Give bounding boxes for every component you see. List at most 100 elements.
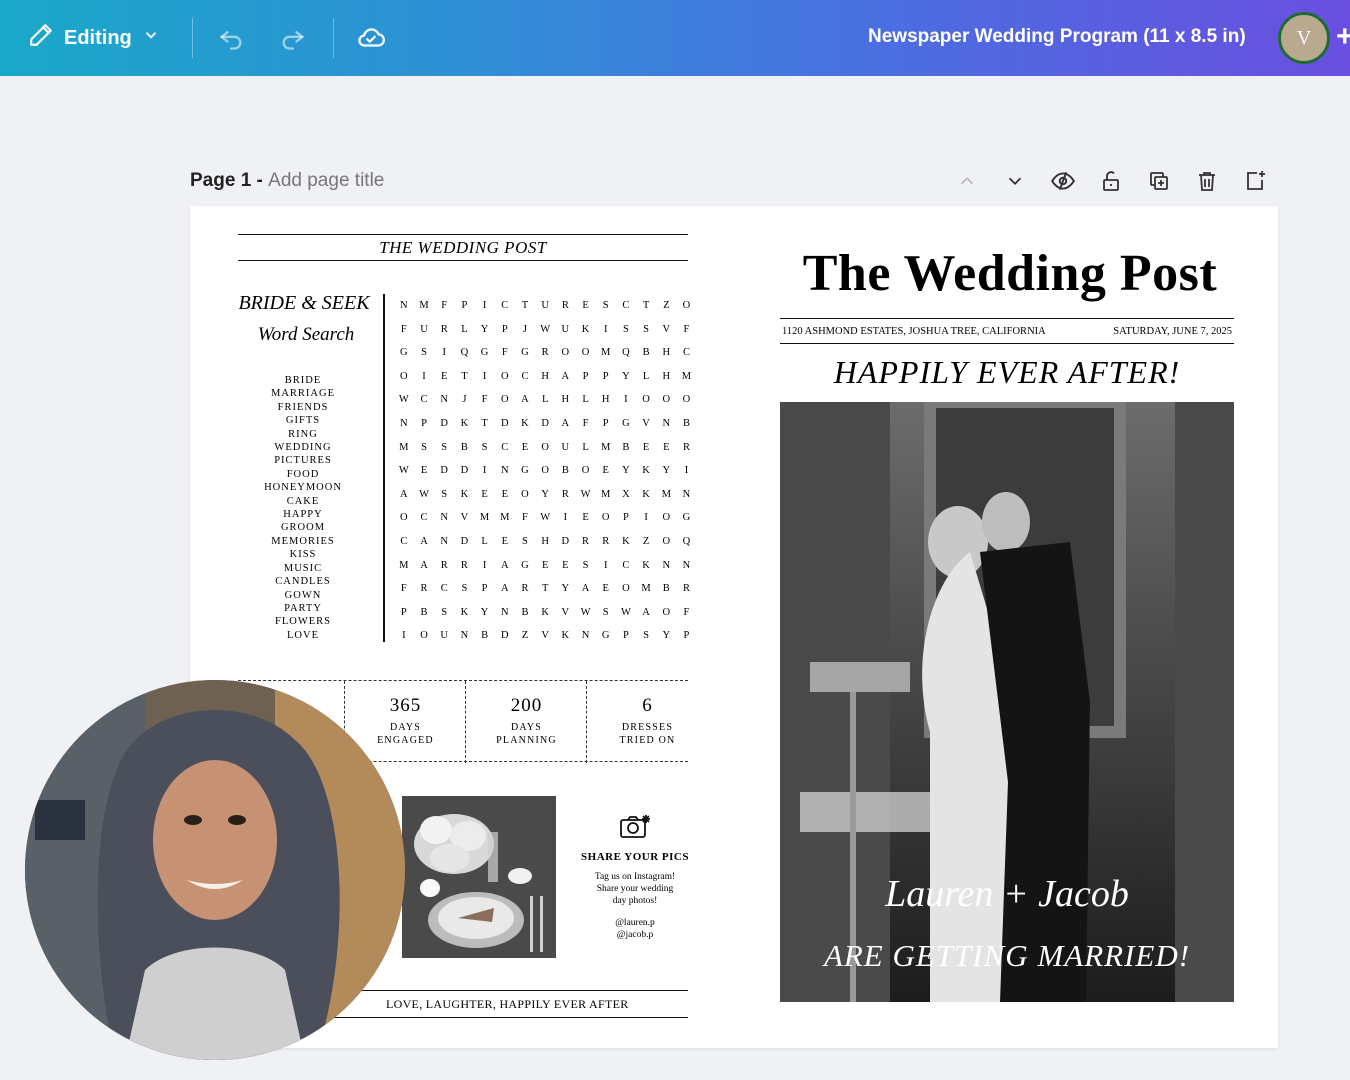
cloud-check-icon [358, 28, 385, 47]
undo-button[interactable] [215, 22, 247, 54]
couple-names[interactable]: Lauren + Jacob [780, 872, 1234, 916]
cloud-save-button[interactable] [355, 22, 387, 54]
grid-letter: C [420, 394, 429, 406]
grid-letter: L [481, 535, 489, 547]
grid-letter: R [420, 583, 429, 595]
word-list-item: MUSIC [283, 562, 323, 574]
grid-letter: N [581, 630, 590, 642]
grid-letter: M [399, 441, 410, 453]
couple-photo[interactable]: Lauren + Jacob ARE GETTING MARRIED! [780, 402, 1234, 1002]
add-page-title-field[interactable]: Add page title [268, 170, 384, 191]
word-search-title[interactable]: BRIDE & SEEK [234, 292, 374, 315]
grid-letter: C [521, 370, 529, 382]
grid-letter: R [541, 347, 550, 359]
date-text[interactable]: SATURDAY, JUNE 7, 2025 [1113, 326, 1232, 337]
grid-letter: N [662, 417, 671, 429]
word-list-item: WEDDING [274, 442, 332, 454]
grid-letter: W [580, 488, 591, 500]
avatar-initial: V [1296, 26, 1312, 49]
grid-letter: I [482, 465, 487, 477]
pencil-icon [28, 22, 54, 54]
grid-row: IOUNBDZVKNGPSYP [394, 624, 697, 648]
grid-letter: A [642, 606, 651, 618]
grid-letter: E [441, 370, 448, 382]
grid-letter: Z [663, 300, 670, 311]
grid-row: AWSKEEOYRWMXKMN [394, 483, 697, 507]
word-list-item: CAKE [286, 495, 320, 507]
grid-letter: B [642, 347, 651, 359]
table-setting-photo[interactable] [402, 796, 556, 958]
grid-letter: B [521, 606, 529, 618]
grid-letter: H [662, 347, 671, 359]
grid-letter: F [683, 323, 690, 335]
chevron-down-icon [1008, 177, 1022, 186]
grid-letter: C [420, 512, 429, 524]
document-title[interactable]: Newspaper Wedding Program (11 x 8.5 in) [868, 26, 1246, 48]
word-search-subtitle[interactable]: Word Search [256, 324, 356, 346]
grid-letter: D [440, 465, 449, 477]
grid-letter: S [602, 300, 610, 311]
share-body[interactable]: Tag us on Instagram! Share your wedding … [576, 871, 694, 907]
stat-label: DAYS PLANNING [496, 722, 557, 746]
grid-letter: G [521, 465, 530, 477]
chevron-down-icon [142, 26, 160, 50]
page-title: Page 1 - Add page title [190, 170, 384, 192]
grid-letter: R [561, 300, 570, 311]
grid-letter: S [522, 535, 529, 547]
grid-letter: C [501, 441, 509, 453]
grid-letter: R [682, 441, 691, 453]
avatar[interactable]: V [1278, 12, 1330, 64]
grid-letter: E [602, 583, 610, 595]
stat-days-planning: 200 DAYS PLANNING [466, 681, 587, 763]
add-collaborator-button[interactable]: + [1336, 20, 1350, 54]
grid-letter: O [400, 512, 409, 524]
grid-letter: P [683, 630, 690, 642]
word-search-grid[interactable]: NMFPICTURESCTZOFURLYPJWUKISSVFGSIQGFGROO… [394, 294, 697, 648]
divider-line [383, 294, 385, 642]
redo-button[interactable] [277, 22, 309, 54]
lock-page-button[interactable] [1096, 166, 1126, 196]
grid-letter: N [662, 559, 671, 571]
grid-letter: Y [662, 630, 671, 642]
left-masthead[interactable]: THE WEDDING POST [238, 234, 688, 261]
grid-letter: G [480, 347, 489, 359]
grid-letter: K [460, 488, 469, 500]
address-text[interactable]: 1120 ASHMOND ESTATES, JOSHUA TREE, CALIF… [782, 326, 1046, 337]
webcam-presenter-bubble[interactable] [25, 680, 405, 1060]
word-list-item: FLOWERS [274, 616, 331, 628]
grid-letter: G [622, 417, 631, 429]
grid-letter: E [562, 559, 570, 571]
grid-letter: S [441, 606, 448, 618]
move-page-up-button[interactable] [952, 166, 982, 196]
grid-letter: Z [642, 535, 650, 547]
grid-letter: K [622, 535, 631, 547]
grid-row: WEDDINGOBOEYKYI [394, 459, 697, 483]
grid-letter: G [521, 347, 530, 359]
grid-letter: A [400, 488, 409, 500]
grid-letter: F [683, 606, 690, 618]
instagram-handles[interactable]: @lauren.p @jacob.p [576, 917, 694, 941]
grid-letter: D [500, 417, 510, 429]
stat-dresses-tried: 6 DRESSES TRIED ON [587, 681, 708, 763]
word-list[interactable]: BRIDE MARRIAGE FRIENDS GIFTS RING WEDDING PICT… [250, 374, 356, 642]
duplicate-page-button[interactable] [1144, 166, 1174, 196]
headline[interactable]: HAPPILY EVER AFTER! [780, 354, 1234, 391]
newspaper-title[interactable]: The Wedding Post [780, 244, 1240, 303]
grid-letter: B [561, 465, 570, 477]
move-page-down-button[interactable] [1000, 166, 1030, 196]
grid-letter: W [540, 323, 551, 335]
grid-letter: O [662, 512, 671, 524]
grid-letter: W [540, 512, 551, 524]
grid-letter: E [582, 300, 590, 311]
editing-mode-dropdown[interactable]: Editing [28, 22, 160, 54]
grid-letter: N [500, 606, 510, 618]
hide-page-button[interactable] [1048, 166, 1078, 196]
grid-letter: F [522, 512, 529, 524]
grid-letter: E [521, 441, 529, 453]
delete-page-button[interactable] [1192, 166, 1222, 196]
add-page-button[interactable] [1240, 166, 1270, 196]
share-title[interactable]: SHARE YOUR PICS [576, 851, 694, 863]
stat-number: 365 [389, 695, 422, 716]
grid-letter: V [561, 606, 570, 618]
announcement-tagline[interactable]: ARE GETTING MARRIED! [780, 938, 1234, 974]
